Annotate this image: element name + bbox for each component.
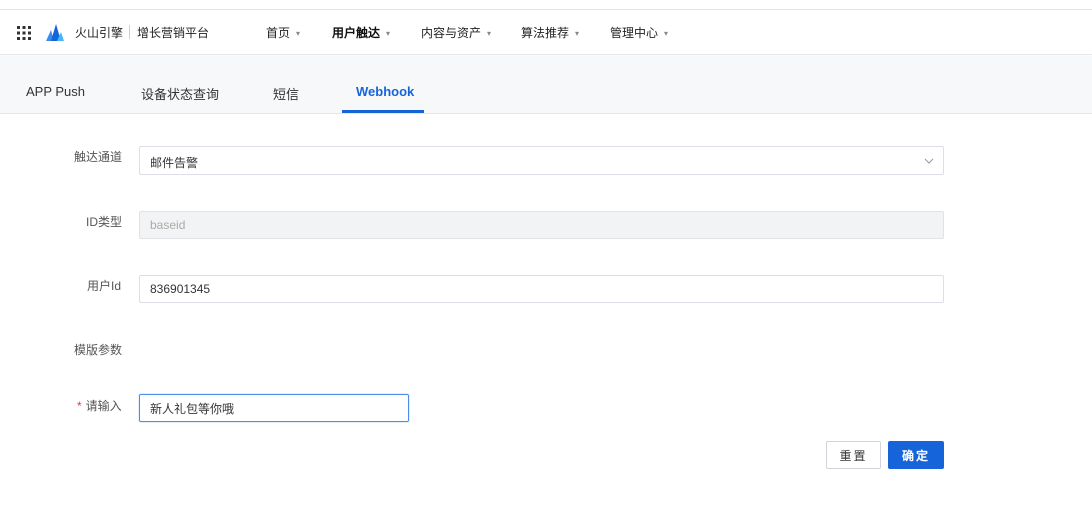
- nav-home-label: 首页: [266, 26, 291, 40]
- channel-select[interactable]: 邮件告警: [139, 146, 944, 175]
- nav-user-reach[interactable]: 用户触达 ▾: [332, 24, 390, 41]
- caret-down-icon: ▾: [296, 29, 301, 39]
- volcano-logo-icon: [45, 22, 65, 42]
- caret-down-icon: ▾: [575, 29, 580, 39]
- chevron-down-icon: [923, 154, 935, 166]
- channel-select-value: 邮件告警: [150, 156, 199, 170]
- nav-content-assets[interactable]: 内容与资产 ▾: [421, 24, 491, 41]
- brand-name: 火山引擎: [75, 26, 124, 40]
- active-tab-indicator: [342, 110, 424, 113]
- id-type-label: ID类型: [86, 215, 123, 229]
- user-id-field[interactable]: [139, 275, 944, 303]
- tab-webhook[interactable]: Webhook: [356, 84, 414, 99]
- reset-button[interactable]: 重置: [826, 441, 881, 469]
- caret-down-icon: ▾: [487, 29, 492, 39]
- tab-app-push[interactable]: APP Push: [26, 84, 85, 99]
- nav-user-reach-label: 用户触达: [332, 26, 381, 40]
- param-input-label-text: 请输入: [85, 399, 122, 413]
- platform-name: 增长营销平台: [137, 26, 210, 40]
- window-top-strip: [0, 0, 1092, 10]
- param-input-label: * 请输入: [77, 397, 122, 414]
- nav-algorithm-label: 算法推荐: [521, 26, 570, 40]
- nav-management-label: 管理中心: [610, 26, 659, 40]
- confirm-button[interactable]: 确定: [888, 441, 944, 469]
- nav-content-assets-label: 内容与资产: [421, 26, 482, 40]
- tab-device-status[interactable]: 设备状态查询: [141, 84, 219, 103]
- nav-management[interactable]: 管理中心 ▾: [610, 24, 668, 41]
- nav-algorithm[interactable]: 算法推荐 ▾: [521, 24, 579, 41]
- user-id-label: 用户Id: [87, 279, 122, 293]
- channel-tabs: APP Push 设备状态查询 短信 Webhook: [0, 56, 1092, 114]
- apps-grid-icon[interactable]: [16, 25, 32, 41]
- template-params-label: 模版参数: [74, 343, 123, 357]
- required-mark: *: [77, 399, 82, 413]
- nav-home[interactable]: 首页 ▾: [266, 24, 300, 41]
- channel-label: 触达通道: [74, 150, 123, 164]
- brand-divider: [129, 25, 130, 39]
- top-header: 火山引擎 增长营销平台 首页 ▾ 用户触达 ▾ 内容与资产 ▾ 算法推荐 ▾ 管理中心 ▾: [0, 10, 1092, 55]
- caret-down-icon: ▾: [386, 29, 391, 39]
- param-input-field[interactable]: [139, 394, 409, 422]
- caret-down-icon: ▾: [664, 29, 669, 39]
- id-type-field: [139, 211, 944, 239]
- tab-sms[interactable]: 短信: [273, 84, 299, 103]
